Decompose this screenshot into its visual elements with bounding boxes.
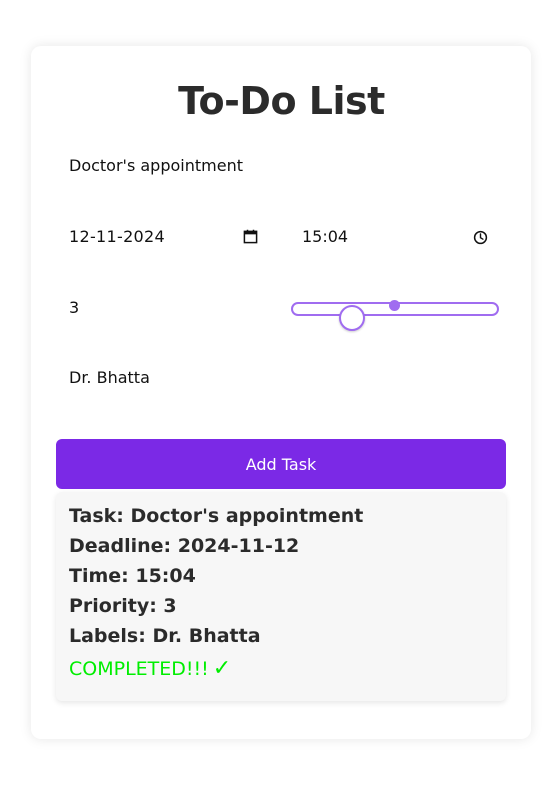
task-time: Time: 15:04 [69, 565, 196, 587]
task-title: Task: Doctor's appointment [69, 505, 364, 527]
date-input[interactable]: 12-11-2024 [69, 226, 165, 248]
checkmark-icon: ✓ [212, 656, 232, 681]
completed-label: COMPLETED!!! [69, 658, 209, 680]
slider-marker [389, 300, 400, 311]
task-priority: Priority: 3 [69, 595, 177, 617]
add-task-button[interactable]: Add Task [56, 439, 506, 489]
labels-input[interactable]: Dr. Bhatta [69, 367, 150, 389]
task-item: Task: Doctor's appointment Deadline: 202… [56, 492, 506, 701]
page-title: To-Do List [178, 79, 385, 123]
priority-value: 3 [69, 298, 80, 317]
task-deadline: Deadline: 2024-11-12 [69, 535, 300, 557]
clock-icon[interactable] [473, 230, 488, 245]
task-input[interactable]: Doctor's appointment [69, 155, 243, 177]
completed-status[interactable]: COMPLETED!!! ✓ [69, 656, 231, 682]
task-labels: Labels: Dr. Bhatta [69, 625, 261, 647]
priority-slider[interactable] [291, 300, 499, 331]
time-input[interactable]: 15:04 [302, 226, 348, 248]
slider-thumb[interactable] [339, 305, 365, 331]
calendar-icon[interactable] [243, 229, 258, 244]
